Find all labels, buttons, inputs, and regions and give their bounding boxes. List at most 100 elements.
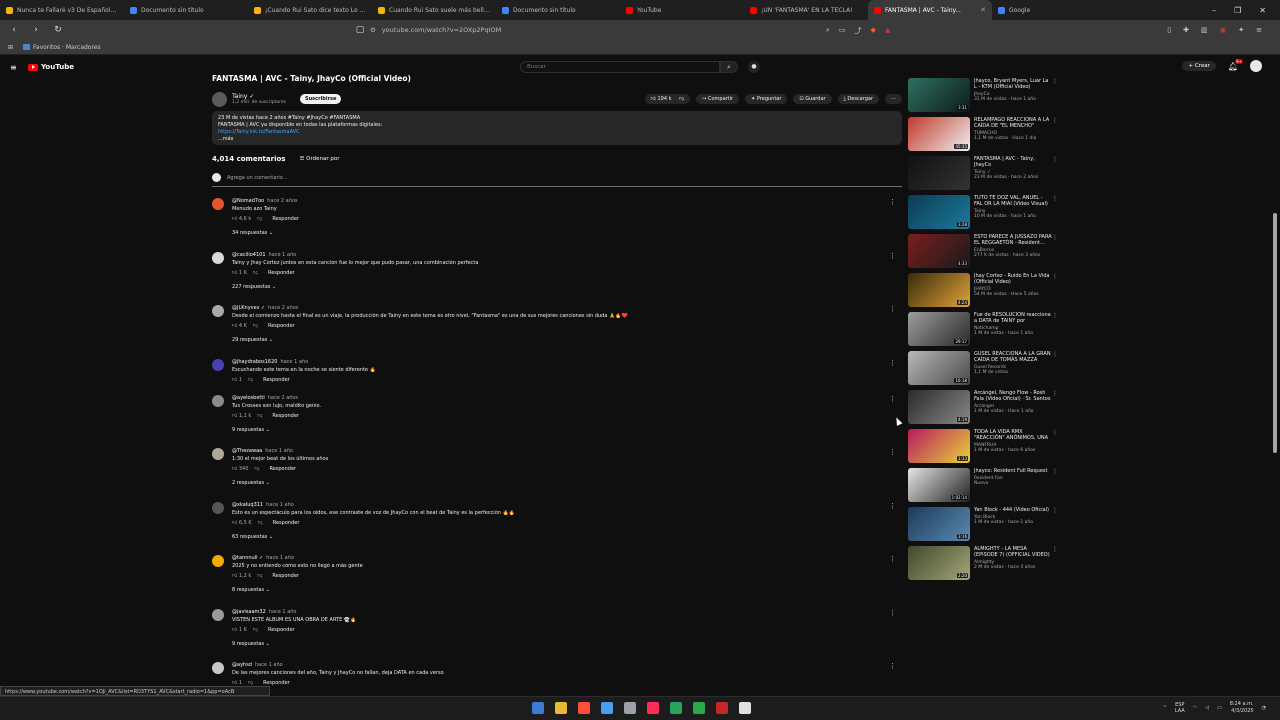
reply-button[interactable]: Responder [273,520,300,526]
comment-more-icon[interactable]: ⋮ [889,555,896,563]
recommended-title[interactable]: Fue de RESOLUCIÓN reacciona a DATA de TA… [974,312,1052,324]
reply-button[interactable]: Responder [263,377,290,383]
sort-button[interactable]: ☰ Ordenar por [299,156,339,162]
comment-more-icon[interactable]: ⋮ [889,252,896,260]
app-icon[interactable] [716,702,728,714]
recommended-video[interactable]: 3:31 Jhayco, Bryant Myers, Luar La L - KT… [908,78,1058,114]
bookmark-folder[interactable]: Favoritos · Marcadores [23,44,101,51]
channel-avatar[interactable] [212,91,227,107]
terminal-icon[interactable] [670,702,682,714]
xbox-icon[interactable] [693,702,705,714]
comment-author[interactable]: @ayhsd [232,662,252,668]
browser-tab[interactable]: Google [992,0,1116,20]
more-vertical-icon[interactable]: ⋮ [1052,78,1058,85]
minimize-icon[interactable]: – [1212,6,1216,15]
search-input[interactable]: Buscar [520,61,720,73]
more-vertical-icon[interactable]: ⋮ [1052,117,1058,124]
recommended-video[interactable]: 29:17 Fue de RESOLUCIÓN reacciona a DATA … [908,312,1058,348]
more-vertical-icon[interactable]: ⋮ [1052,312,1058,319]
browser-tab[interactable]: ¡UN 'FANTASMA' EN LA TECLA! [744,0,868,20]
recommended-video[interactable]: 4:19 Arcángel, Ñengo Flow - Rosh Fala (Vi… [908,390,1058,426]
comment-more-icon[interactable]: ⋮ [889,502,896,510]
volume-icon[interactable]: ◁ [1205,705,1209,711]
split-view-icon[interactable]: ▥ [1201,26,1208,34]
comment-avatar[interactable] [212,608,224,621]
language-indicator[interactable]: ESP LAA [1175,702,1185,714]
comment-author[interactable]: @cacilio4101 [232,252,266,258]
forward-icon[interactable]: › [30,25,42,35]
recommended-title[interactable]: FANTASMA | AVC - Tainy, JhayCo [974,156,1052,168]
brave-shield-icon[interactable]: ◆ [871,26,876,36]
comment-time[interactable]: hace 1 año [269,609,297,615]
comment-avatar[interactable] [212,358,224,371]
comment-like-button[interactable]: 👍︎ 6,5 K [232,520,252,526]
maximize-icon[interactable]: ❐ [1234,6,1241,15]
thumb-down-icon[interactable]: 👎︎ [253,323,258,329]
more-vertical-icon[interactable]: ⋮ [1052,351,1058,358]
thumb-down-icon[interactable]: 👎︎ [257,216,262,222]
comment-avatar[interactable] [212,251,224,264]
ask-button[interactable]: ✦ Preguntar [745,94,788,104]
notification-center-icon[interactable]: ◔ [1262,705,1266,711]
comment-time[interactable]: hace 1 año [266,555,294,561]
tab-close-icon[interactable]: ✕ [980,6,986,14]
store-icon[interactable] [601,702,613,714]
comment-like-button[interactable]: 👍︎ 1 K [232,627,247,633]
comment-more-icon[interactable]: ⋮ [889,359,896,367]
comment-author[interactable]: @ayelosbetti [232,395,265,401]
leo-icon[interactable]: ✦ [1238,26,1244,34]
video-thumbnail[interactable]: 1:02:14 [908,468,970,502]
video-thumbnail[interactable]: 1:13 [908,429,970,463]
thumb-down-icon[interactable]: 👎︎ [257,413,262,419]
view-replies-button[interactable]: 9 respuestas ⌄ [232,641,872,647]
recommended-title[interactable]: ESTO PARECE A JUSSAZO PARA EL REGGAETÓN … [974,234,1052,246]
video-thumbnail[interactable]: 45:35 [908,117,970,151]
comment-like-button[interactable]: 👍︎ 4 K [232,323,247,329]
view-replies-button[interactable]: 63 respuestas ⌄ [232,534,872,540]
video-thumbnail[interactable] [908,156,970,190]
recommended-video[interactable]: 4:24 Jhay Cortez - Ruido En La Vida (Offi… [908,273,1058,309]
more-vertical-icon[interactable]: ⋮ [1052,234,1058,241]
browser-tab[interactable]: FANTASMA | AVC - Tainy... ✕ [868,0,992,20]
add-comment-box[interactable]: Agrega un comentario... [212,173,902,187]
chrome-icon[interactable] [739,702,751,714]
comment-more-icon[interactable]: ⋮ [889,448,896,456]
notifications-button[interactable]: 🔔︎ 9+ [1228,58,1243,71]
video-thumbnail[interactable]: 29:17 [908,312,970,346]
comment-time[interactable]: hace 1 año [280,359,308,365]
save-button[interactable]: ⊡ Guardar [793,94,832,104]
bookmark-icon[interactable]: ▢ [354,25,366,35]
comment-like-button[interactable]: 👍︎ 1 [232,377,242,383]
guide-menu-icon[interactable]: ≡ [10,63,24,72]
reply-button[interactable]: Responder [268,627,295,633]
comment-avatar[interactable] [212,198,224,210]
more-actions-button[interactable]: ⋯ [885,94,902,104]
settings-icon[interactable] [624,702,636,714]
back-icon[interactable]: ‹ [8,25,20,35]
share-button[interactable]: ↪ Compartir [696,94,740,104]
recommended-title[interactable]: ALMIGHTY - LA MESA (EPISODE 7) (OFFICIAL… [974,546,1052,558]
video-thumbnail[interactable]: 3:31 [908,78,970,112]
reply-button[interactable]: Responder [268,270,295,276]
browser-tab[interactable]: Nunca te Fallaré v3 De Español CC [0,0,124,20]
file-explorer-icon[interactable] [555,702,567,714]
battery-icon[interactable]: ▭ [1217,705,1222,711]
more-vertical-icon[interactable]: ⋮ [1052,546,1058,553]
tray-chevron-icon[interactable]: ⌃ [1163,705,1167,711]
more-vertical-icon[interactable]: ⋮ [1052,273,1058,280]
clock[interactable]: 8:24 a.m. 4/3/2025 [1230,701,1254,715]
comment-more-icon[interactable]: ⋮ [889,305,896,313]
comment-author[interactable]: @xkaluq311 [232,502,263,508]
comment-avatar[interactable] [212,305,224,317]
thumb-down-icon[interactable]: 👎︎ [248,377,253,383]
menu-icon[interactable]: ≡ [1256,26,1262,34]
view-replies-button[interactable]: 29 respuestas ⌄ [232,337,872,343]
more-vertical-icon[interactable]: ⋮ [1052,468,1058,475]
recommended-title[interactable]: TODA LA VIDA RMX "REACCIÓN" ANÓNIMOS, UN… [974,429,1052,441]
recommended-title[interactable]: RELÁMPAGO REACCIONA A LA CAÍDA DE "EL ME… [974,117,1052,129]
reply-button[interactable]: Responder [268,323,295,329]
view-replies-button[interactable]: 2 respuestas ⌄ [232,480,872,486]
site-info-icon[interactable]: ⚙ [370,26,376,34]
view-replies-button[interactable]: 227 respuestas ⌄ [232,284,872,290]
reply-button[interactable]: Responder [272,573,299,579]
